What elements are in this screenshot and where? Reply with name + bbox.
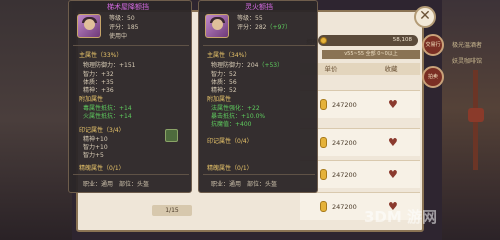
favorite-heart-icon[interactable]: ♥ (388, 137, 398, 148)
gold-coin-icon (320, 99, 327, 110)
item-class-slot: 职业：通用 部位：头盔 (83, 181, 150, 188)
mark-attributes-title: 印记属性（3/4） (79, 127, 125, 134)
close-button[interactable]: ✕ (414, 6, 436, 28)
extra-attributes-title: 附加属性 (79, 96, 104, 103)
divider (203, 45, 315, 46)
divider (73, 174, 189, 175)
item-score: 评分：185 (109, 24, 139, 31)
item-class-slot: 职业：通用 部位：头盔 (211, 181, 278, 188)
column-header-favorite: 收藏 (362, 63, 420, 75)
listing-row[interactable]: 247200 ♥ (300, 128, 420, 156)
listing-price: 247200 (332, 171, 357, 179)
page-indicator[interactable]: 1/15 (152, 205, 192, 216)
listing-price: 247200 (332, 203, 357, 211)
game-scene-left (0, 0, 72, 240)
game-scene-right (442, 0, 500, 240)
site-watermark: 3DM 游网 (364, 208, 438, 226)
equipped-status: 使用中 (109, 33, 128, 40)
favorite-heart-icon[interactable]: ♥ (388, 99, 398, 110)
scene-lantern (468, 108, 484, 122)
listing-row[interactable]: 247200 ♥ (300, 160, 420, 188)
extra-attributes-title: 附加属性 (207, 96, 232, 103)
divider (203, 174, 315, 175)
stat-line: 精神：+36 (83, 87, 114, 94)
stat-line: 智力+5 (83, 152, 104, 159)
favorite-heart-icon[interactable]: ♥ (388, 169, 398, 180)
item-score: 评分：282（+97） (237, 24, 292, 31)
item-level: 等级：50 (109, 15, 135, 22)
npc-guild-label: 妖灵咖啡馆 (452, 58, 483, 65)
equipped-item-tooltip: 梯术屋降额挡 等级：50 评分：185 使用中 主属性（33%） 物理防御力：+… (68, 0, 192, 193)
listing-price: 247200 (332, 139, 357, 147)
refine-attributes-title: 精魄属性（0/1） (79, 165, 125, 172)
stat-line: 物理防御力：+151 (83, 62, 136, 69)
compare-item-tooltip: 灵火额挡 等级：55 评分：282（+97） 主属性（34%） 物理防御力：20… (198, 0, 318, 193)
gold-coin-icon (320, 37, 327, 44)
score-delta: （+97） (266, 24, 292, 31)
stat-line: 物理防御力：204（+53） (211, 62, 284, 69)
stat-line: 精神：52 (211, 87, 237, 94)
item-level: 等级：55 (237, 15, 263, 22)
money-display: 58,108 (318, 35, 418, 46)
money-value: 58,108 (392, 37, 412, 43)
item-name: 灵火额挡 (245, 3, 273, 11)
main-attributes-title: 主属性（34%） (207, 52, 251, 59)
helmet-item-icon (205, 14, 229, 38)
mark-emblem-icon (165, 129, 178, 142)
stat-line: 抗魔值：+400 (211, 121, 252, 128)
level-filter-dropdown[interactable]: v55~55 全部 0~0以上 (322, 50, 420, 59)
main-attributes-title: 主属性（33%） (79, 52, 123, 59)
divider (73, 45, 189, 46)
gold-coin-icon (320, 137, 327, 148)
listing-price: 247200 (332, 101, 357, 109)
tab-auction[interactable]: 拍卖 (422, 66, 444, 88)
gold-coin-icon (320, 169, 327, 180)
mark-attributes-title: 印记属性（0/4） (207, 138, 253, 145)
refine-attributes-title: 精魄属性（0/1） (207, 165, 253, 172)
item-name: 梯术屋降额挡 (107, 3, 149, 11)
listing-row[interactable]: 247200 ♥ (300, 90, 420, 118)
gold-coin-icon (320, 201, 327, 212)
helmet-item-icon (77, 14, 101, 38)
stat-bonus: （+53） (258, 62, 284, 69)
tab-trading-house[interactable]: 交易行 (422, 34, 444, 56)
npc-name-label: 极光温酒者 (452, 42, 483, 49)
stat-line: 火属性抵抗：+14 (83, 113, 132, 120)
